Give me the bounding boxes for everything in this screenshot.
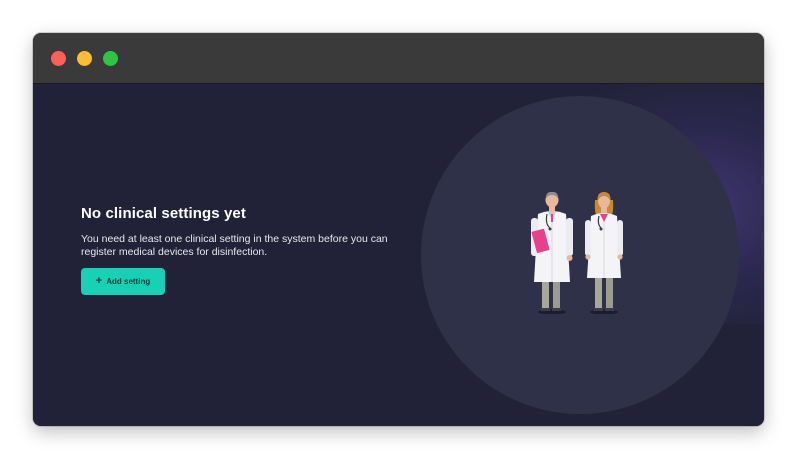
window-titlebar — [33, 33, 764, 84]
minimize-window-button[interactable] — [77, 51, 92, 66]
doctors-illustration — [531, 192, 623, 314]
add-setting-button-label: Add setting — [106, 277, 151, 286]
empty-state-title: No clinical settings yet — [81, 205, 246, 222]
male-doctor-figure — [531, 192, 573, 314]
plus-icon: + — [95, 275, 103, 287]
maximize-window-button[interactable] — [103, 51, 118, 66]
female-doctor-figure — [585, 192, 623, 314]
app-window: No clinical settings yet You need at lea… — [33, 33, 764, 426]
empty-state-description: You need at least one clinical setting i… — [81, 233, 388, 258]
main-content: No clinical settings yet You need at lea… — [33, 84, 764, 426]
add-setting-button[interactable]: + Add setting — [81, 268, 165, 295]
close-window-button[interactable] — [51, 51, 66, 66]
